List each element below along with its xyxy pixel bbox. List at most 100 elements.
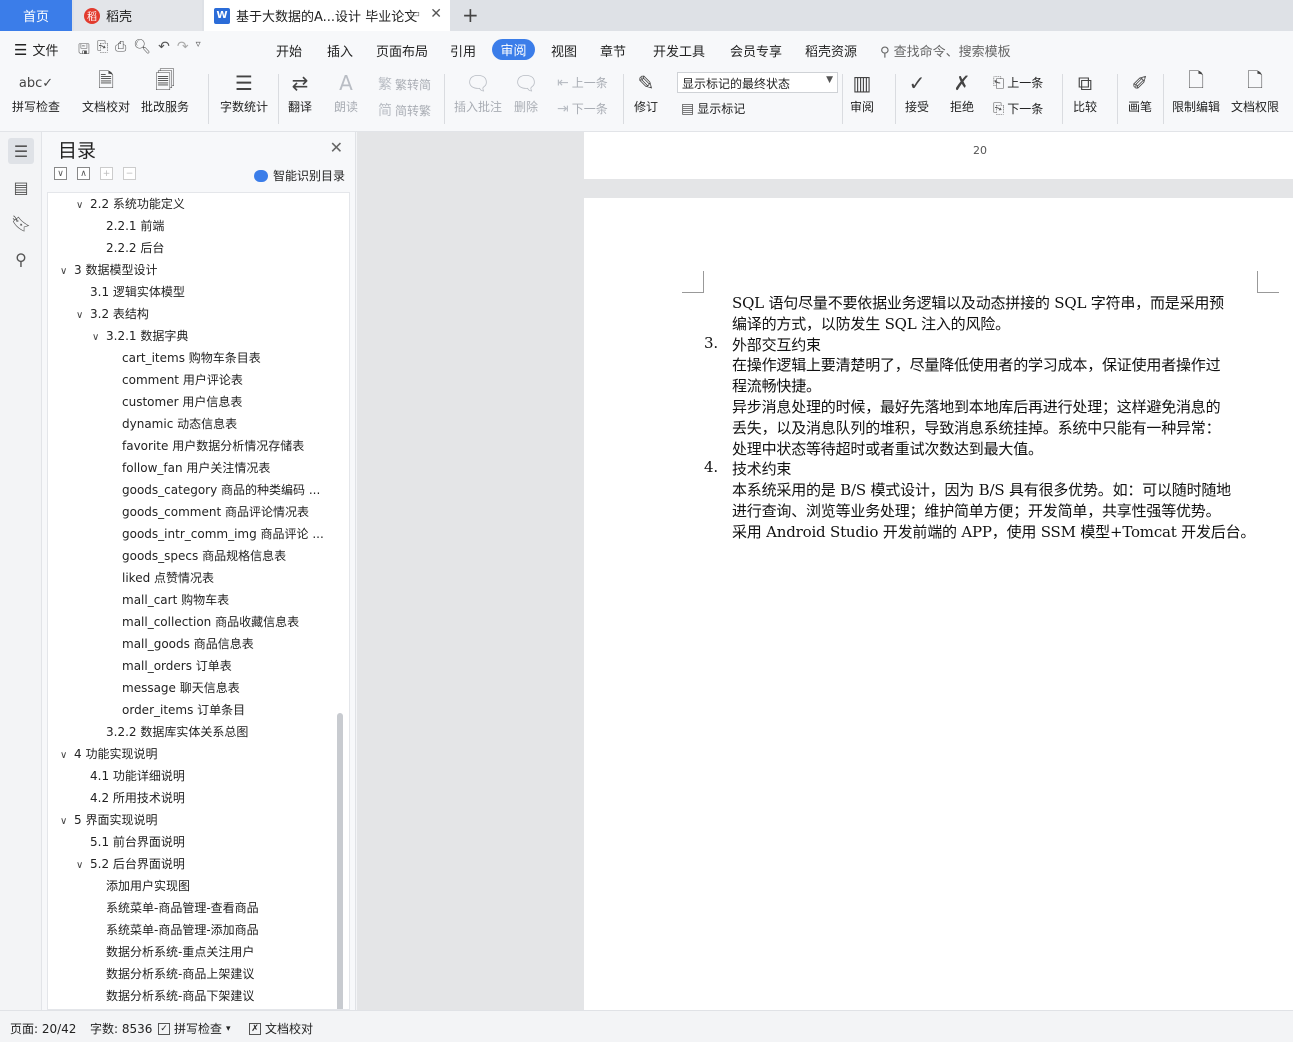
toc-item[interactable]: goods_intr_comm_img 商品评论 ...: [122, 523, 324, 545]
tab-document[interactable]: W 基于大数据的A...设计 毕业论文 ▭ ✕: [204, 0, 450, 31]
menu-start[interactable]: 开始: [276, 41, 302, 60]
print-preview-icon[interactable]: 🔍︎: [133, 39, 151, 63]
menu-daoke-resources[interactable]: 稻壳资源: [805, 41, 857, 60]
toc-item[interactable]: goods_specs 商品规格信息表: [122, 545, 286, 567]
toc-item[interactable]: 4.1 功能详细说明: [90, 765, 185, 787]
status-spell-check[interactable]: ✓ 拼写检查 ▾: [158, 1020, 231, 1037]
word-count[interactable]: 字数: 8536: [90, 1020, 152, 1037]
toc-item[interactable]: 3.2.2 数据库实体关系总图: [106, 721, 248, 743]
accept-button[interactable]: ✓ 接受: [904, 68, 930, 115]
restrict-edit-button[interactable]: 🗋 限制编辑: [1172, 68, 1220, 115]
doc-proof-button[interactable]: 🗎 文档校对: [82, 68, 130, 115]
toc-item[interactable]: 4.2 所用技术说明: [90, 787, 185, 809]
print-icon[interactable]: ⎙: [115, 39, 126, 63]
doc-permission-button[interactable]: 🗋 文档权限: [1231, 68, 1279, 115]
search-icon[interactable]: ⚲: [8, 246, 34, 272]
markup-state-select[interactable]: 显示标记的最终状态 ▼: [677, 72, 838, 93]
trad-to-simp-button[interactable]: 繁 繁转简: [378, 74, 431, 94]
toc-item[interactable]: ∨ 3.2.1 数据字典: [92, 325, 188, 347]
menu-developer[interactable]: 开发工具: [653, 41, 705, 60]
prev-change-button[interactable]: ⎗ 上一条: [993, 74, 1043, 91]
toc-item[interactable]: 系统菜单-商品管理-添加商品: [106, 919, 259, 941]
compare-button[interactable]: ⧉ 比较: [1072, 68, 1098, 115]
toc-item[interactable]: ∨ 4 功能实现说明: [60, 743, 157, 765]
toc-item[interactable]: 2.2.2 后台: [106, 237, 164, 259]
document-page[interactable]: SQL 语句尽量不要依据业务逻辑以及动态拼接的 SQL 字符串，而是采用预 编译的…: [584, 198, 1293, 1010]
new-tab-plus-icon[interactable]: +: [462, 3, 479, 27]
delete-comment-button[interactable]: 🗨 删除: [513, 68, 539, 115]
toc-item[interactable]: 添加用户实现图: [106, 875, 190, 897]
menu-review[interactable]: 审阅: [492, 39, 535, 60]
page-indicator[interactable]: 页面: 20/42: [10, 1020, 76, 1037]
save-icon[interactable]: 🖫: [78, 39, 90, 63]
toc-item[interactable]: 数据分析系统-商品下架建议: [106, 985, 254, 1007]
toc-item[interactable]: mall_goods 商品信息表: [122, 633, 254, 655]
menu-membership[interactable]: 会员专享: [730, 41, 782, 60]
toc-item[interactable]: 数据分析系统-商品上架建议: [106, 963, 254, 985]
menu-view[interactable]: 视图: [551, 41, 577, 60]
chevron-down-icon[interactable]: ∨: [60, 261, 74, 283]
add-heading-icon[interactable]: +: [100, 167, 113, 180]
customize-dropdown-icon[interactable]: ▿: [196, 39, 201, 63]
remove-heading-icon[interactable]: −: [123, 167, 136, 180]
close-icon[interactable]: ✕: [330, 138, 343, 157]
show-markup-button[interactable]: ▤ 显示标记: [681, 100, 745, 117]
toc-item[interactable]: mall_orders 订单表: [122, 655, 232, 677]
toc-item[interactable]: order_items 订单条目: [122, 699, 245, 721]
word-count-button[interactable]: ☰ 字数统计: [220, 68, 268, 115]
toc-item[interactable]: 数据分析系统-重点关注用户: [106, 941, 254, 963]
toc-item[interactable]: follow_fan 用户关注情况表: [122, 457, 270, 479]
undo-icon[interactable]: ↶: [158, 39, 170, 63]
status-doc-proof[interactable]: ✗ 文档校对: [249, 1020, 313, 1037]
smart-toc-button[interactable]: 智能识别目录: [253, 167, 345, 184]
toc-item[interactable]: favorite 用户数据分析情况存储表: [122, 435, 304, 457]
toc-item[interactable]: 3.1 逻辑实体模型: [90, 281, 185, 303]
menu-chapter[interactable]: 章节: [600, 41, 626, 60]
chevron-down-icon[interactable]: ∨: [60, 745, 74, 767]
tab-daoke[interactable]: 稻 稻壳: [74, 0, 202, 31]
translate-button[interactable]: ⇄ 翻译: [287, 68, 313, 115]
prev-comment-button[interactable]: ⇤ 上一条: [557, 74, 608, 91]
toc-item[interactable]: customer 用户信息表: [122, 391, 242, 413]
toc-item[interactable]: ∨ 2.2 系统功能定义: [76, 193, 185, 215]
simp-to-trad-button[interactable]: 简 简转繁: [378, 100, 431, 120]
reject-button[interactable]: ✗ 拒绝: [949, 68, 975, 115]
spell-check-button[interactable]: abc✓ 拼写检查: [12, 68, 60, 115]
toc-item[interactable]: comment 用户评论表: [122, 369, 243, 391]
tab-home[interactable]: 首页: [0, 0, 72, 31]
file-menu[interactable]: ☰ 文件: [14, 40, 58, 60]
insert-comment-button[interactable]: 🗨 插入批注: [454, 68, 502, 115]
read-aloud-button[interactable]: A 朗读: [333, 68, 359, 115]
toc-item[interactable]: dynamic 动态信息表: [122, 413, 237, 435]
toc-item[interactable]: mall_collection 商品收藏信息表: [122, 611, 299, 633]
export-pdf-icon[interactable]: ⎘: [97, 39, 108, 63]
chevron-down-icon[interactable]: ∨: [76, 305, 90, 327]
toc-item[interactable]: cart_items 购物车条目表: [122, 347, 261, 369]
chevron-down-icon[interactable]: ∨: [76, 855, 90, 877]
chevron-down-icon[interactable]: ∨: [60, 811, 74, 833]
next-change-button[interactable]: ⎘ 下一条: [993, 100, 1043, 117]
toc-item[interactable]: ∨ 5 界面实现说明: [60, 809, 157, 831]
redo-icon[interactable]: ↷: [177, 39, 189, 63]
command-search[interactable]: ⚲ 查找命令、搜索模板: [880, 41, 1011, 60]
pen-button[interactable]: ✐ 画笔: [1127, 68, 1153, 115]
toc-item[interactable]: goods_category 商品的种类编码 ...: [122, 479, 320, 501]
menu-references[interactable]: 引用: [450, 41, 476, 60]
monitor-icon[interactable]: ▭: [410, 7, 420, 20]
toc-item[interactable]: liked 点赞情况表: [122, 567, 214, 589]
menu-insert[interactable]: 插入: [327, 41, 353, 60]
collapse-down-icon[interactable]: ∨: [54, 167, 67, 180]
toc-item[interactable]: 5.1 前台界面说明: [90, 831, 185, 853]
toc-item[interactable]: ∨ 5.2 后台界面说明: [76, 853, 185, 875]
next-comment-button[interactable]: ⇥ 下一条: [557, 100, 608, 117]
toc-panel-icon[interactable]: ☰: [8, 138, 34, 164]
chapter-nav-icon[interactable]: ▤: [8, 174, 34, 200]
close-icon[interactable]: ✕: [430, 6, 442, 22]
toc-item[interactable]: ∨ 3 数据模型设计: [60, 259, 157, 281]
toc-item[interactable]: mall_cart 购物车表: [122, 589, 229, 611]
toc-item[interactable]: 2.2.1 前端: [106, 215, 164, 237]
chevron-down-icon[interactable]: ∨: [76, 195, 90, 217]
review-pane-button[interactable]: ▥ 审阅: [849, 68, 875, 115]
bookmark-icon[interactable]: 🔖︎: [8, 210, 34, 236]
scrollbar[interactable]: [337, 713, 343, 1009]
